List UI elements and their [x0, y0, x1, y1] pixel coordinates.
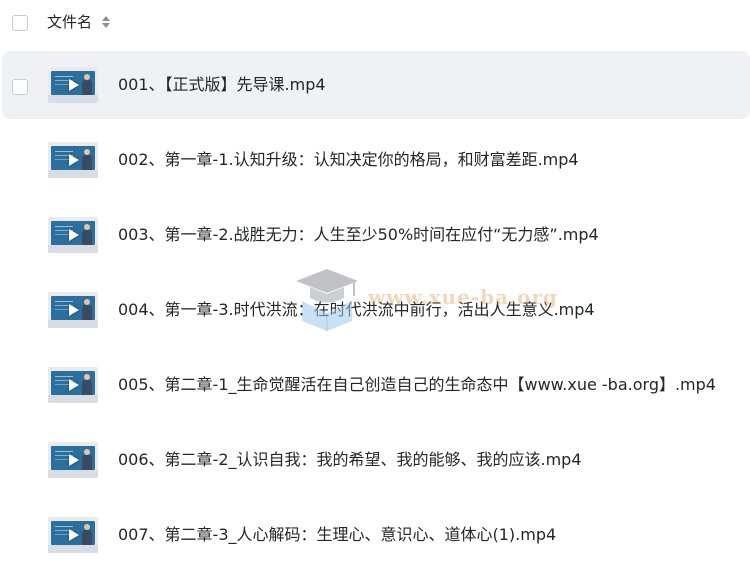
file-row[interactable]: 002、第一章-1.认知升级：认知决定你的格局，和财富差距.mp4 — [2, 126, 750, 194]
video-thumbnail[interactable] — [48, 517, 98, 553]
select-all-checkbox[interactable] — [12, 15, 28, 31]
play-icon — [69, 454, 79, 466]
list-header: 文件名 — [0, 0, 750, 46]
file-row[interactable]: 003、第一章-2.战胜无力：人生至少50%时间在应付“无力感”.mp4 — [2, 201, 750, 269]
play-icon — [69, 229, 79, 241]
video-thumbnail[interactable] — [48, 217, 98, 253]
file-name[interactable]: 003、第一章-2.战胜无力：人生至少50%时间在应付“无力感”.mp4 — [118, 225, 599, 245]
file-row[interactable]: 007、第二章-3_人心解码：生理心、意识心、道体心(1).mp4 — [2, 501, 750, 563]
row-checkbox[interactable] — [12, 79, 28, 95]
play-icon — [69, 79, 79, 91]
file-name[interactable]: 007、第二章-3_人心解码：生理心、意识心、道体心(1).mp4 — [118, 525, 556, 545]
video-thumbnail[interactable] — [48, 67, 98, 103]
file-row[interactable]: 004、第一章-3.时代洪流：在时代洪流中前行，活出人生意义.mp4 — [2, 276, 750, 344]
sort-updown-icon[interactable] — [101, 15, 111, 29]
play-icon — [69, 379, 79, 391]
column-header-filename[interactable]: 文件名 — [47, 12, 92, 32]
file-list: 文件名 001、【正式版】先导课.mp4 002、第一章-1.认知升级：认知决定… — [0, 0, 750, 563]
file-name[interactable]: 004、第一章-3.时代洪流：在时代洪流中前行，活出人生意义.mp4 — [118, 300, 595, 320]
video-thumbnail[interactable] — [48, 292, 98, 328]
video-thumbnail[interactable] — [48, 442, 98, 478]
play-icon — [69, 304, 79, 316]
video-thumbnail[interactable] — [48, 142, 98, 178]
play-icon — [69, 154, 79, 166]
file-name[interactable]: 006、第二章-2_认识自我：我的希望、我的能够、我的应该.mp4 — [118, 450, 582, 470]
file-name[interactable]: 005、第二章-1_生命觉醒活在自己创造自己的生命态中【www.xue -ba.… — [118, 375, 716, 395]
file-name[interactable]: 002、第一章-1.认知升级：认知决定你的格局，和财富差距.mp4 — [118, 150, 579, 170]
play-icon — [69, 529, 79, 541]
video-thumbnail[interactable] — [48, 367, 98, 403]
file-row[interactable]: 001、【正式版】先导课.mp4 — [2, 51, 750, 119]
file-row[interactable]: 006、第二章-2_认识自我：我的希望、我的能够、我的应该.mp4 — [2, 426, 750, 494]
file-row[interactable]: 005、第二章-1_生命觉醒活在自己创造自己的生命态中【www.xue -ba.… — [2, 351, 750, 419]
file-name[interactable]: 001、【正式版】先导课.mp4 — [118, 75, 326, 95]
